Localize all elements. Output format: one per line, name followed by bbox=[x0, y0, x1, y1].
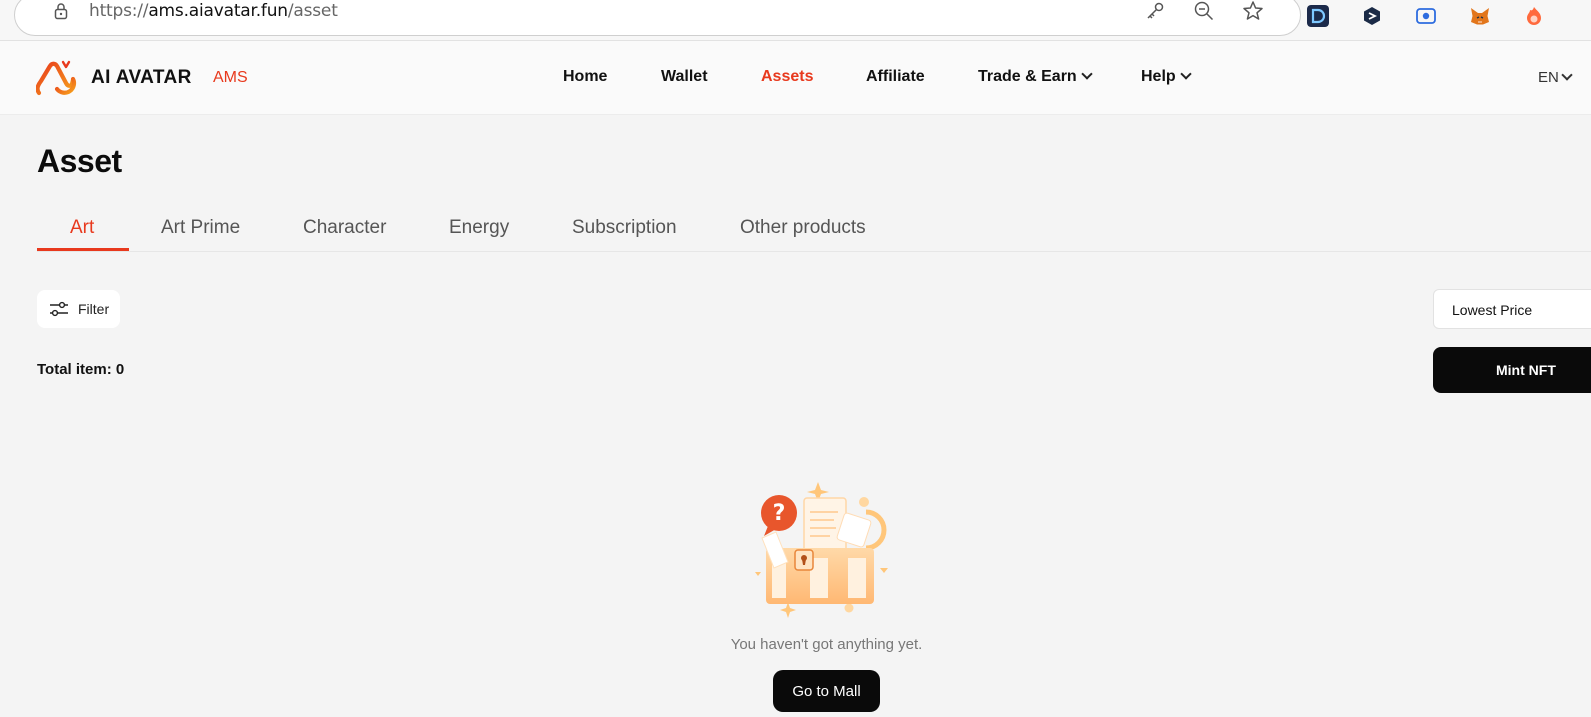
address-bar[interactable]: https://ams.aiavatar.fun/asset bbox=[14, 0, 1301, 36]
asset-tabs: Art Art Prime Character Energy Subscript… bbox=[37, 205, 1591, 252]
url-prefix: https:// bbox=[89, 1, 149, 21]
lock-icon[interactable] bbox=[51, 1, 71, 21]
svg-text:?: ? bbox=[773, 501, 786, 526]
brand-tag: AMS bbox=[213, 69, 248, 86]
nav-home[interactable]: Home bbox=[563, 68, 607, 86]
ai-avatar-logo-icon[interactable] bbox=[36, 59, 78, 97]
extension-camera-icon[interactable] bbox=[1415, 5, 1437, 27]
nav-help-label: Help bbox=[1141, 68, 1176, 85]
site-header: AI AVATAR AMS Home Wallet Assets Affilia… bbox=[0, 41, 1591, 115]
chevron-down-icon bbox=[1180, 68, 1192, 80]
nav-affiliate[interactable]: Affiliate bbox=[866, 68, 925, 86]
chevron-down-icon bbox=[1561, 69, 1573, 81]
tab-character[interactable]: Character bbox=[303, 217, 386, 239]
tab-art[interactable]: Art bbox=[70, 217, 94, 239]
key-icon[interactable] bbox=[1143, 0, 1167, 23]
go-to-mall-button[interactable]: Go to Mall bbox=[773, 670, 880, 712]
tab-art-prime[interactable]: Art Prime bbox=[161, 217, 240, 239]
go-to-mall-label: Go to Mall bbox=[792, 683, 861, 700]
nav-help[interactable]: Help bbox=[1141, 68, 1192, 86]
mint-nft-label: Mint NFT bbox=[1496, 362, 1556, 378]
empty-state-message: You haven't got anything yet. bbox=[730, 636, 923, 653]
chevron-down-icon bbox=[1081, 68, 1093, 80]
sliders-icon bbox=[50, 301, 68, 317]
url-host: ams.aiavatar.fun bbox=[148, 1, 288, 21]
extension-flame-icon[interactable] bbox=[1523, 5, 1545, 27]
extension-d-icon[interactable] bbox=[1307, 5, 1329, 27]
tab-other-products[interactable]: Other products bbox=[740, 217, 866, 239]
nav-trade-earn[interactable]: Trade & Earn bbox=[978, 68, 1093, 86]
tab-subscription[interactable]: Subscription bbox=[572, 217, 677, 239]
browser-toolbar: https://ams.aiavatar.fun/asset bbox=[0, 0, 1591, 41]
nav-assets[interactable]: Assets bbox=[761, 68, 813, 86]
mint-nft-button[interactable]: Mint NFT bbox=[1433, 347, 1591, 393]
sort-select[interactable]: Lowest Price bbox=[1433, 289, 1591, 329]
zoom-out-icon[interactable] bbox=[1192, 0, 1216, 23]
metamask-fox-icon[interactable] bbox=[1469, 5, 1491, 27]
language-selector[interactable]: EN bbox=[1538, 69, 1573, 86]
star-icon[interactable] bbox=[1241, 0, 1265, 23]
url-path: /asset bbox=[287, 1, 338, 21]
total-items: Total item: 0 bbox=[37, 361, 125, 378]
nav-wallet[interactable]: Wallet bbox=[661, 68, 708, 86]
page-title: Asset bbox=[37, 143, 122, 179]
nav-trade-earn-label: Trade & Earn bbox=[978, 68, 1077, 85]
language-label: EN bbox=[1538, 69, 1559, 86]
sort-value: Lowest Price bbox=[1452, 302, 1533, 318]
filter-label: Filter bbox=[78, 301, 110, 317]
brand-name[interactable]: AI AVATAR bbox=[91, 67, 192, 89]
tab-energy[interactable]: Energy bbox=[449, 217, 509, 239]
filter-button[interactable]: Filter bbox=[37, 290, 120, 328]
url-text[interactable]: https://ams.aiavatar.fun/asset bbox=[89, 1, 338, 21]
extension-hexagon-icon[interactable] bbox=[1361, 5, 1383, 27]
active-tab-indicator bbox=[37, 248, 129, 251]
empty-box-illustration: ? bbox=[755, 482, 888, 618]
